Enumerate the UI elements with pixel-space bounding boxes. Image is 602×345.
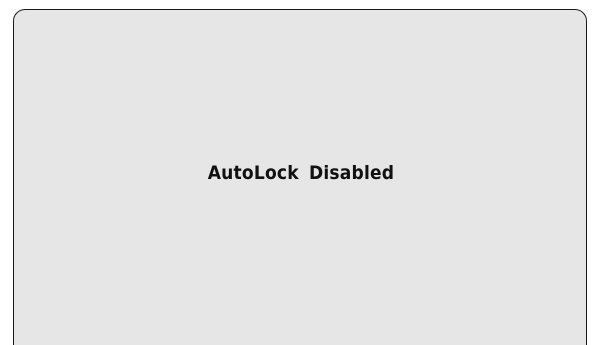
autolock-status-message: AutoLock Disabled — [207, 162, 395, 184]
status-panel: AutoLock Disabled — [13, 9, 587, 345]
screen: AutoLock Disabled — [0, 0, 602, 345]
